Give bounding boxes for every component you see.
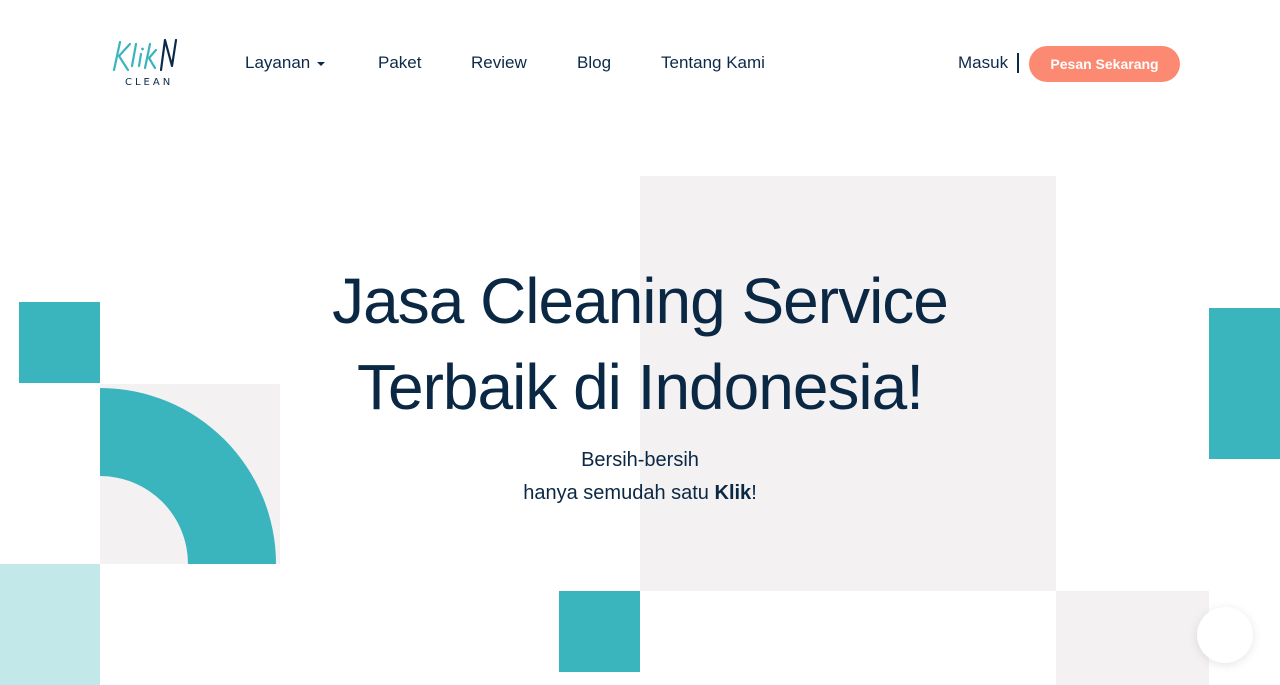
deco-square-bottom-right [1056,591,1209,685]
nav-item-review[interactable]: Review [471,52,527,74]
order-now-button[interactable]: Pesan Sekarang [1029,46,1180,82]
nav-item-layanan[interactable]: Layanan [245,52,326,74]
nav-item-blog[interactable]: Blog [577,52,611,74]
hero-title: Jasa Cleaning Service Terbaik di Indones… [0,258,1280,430]
hero-title-line2: Terbaik di Indonesia! [356,351,924,423]
login-link[interactable]: Masuk [958,52,1008,74]
navbar: CLEAN Layanan Paket Review Blog Tentang … [0,0,1280,128]
brand-logo[interactable]: CLEAN [108,36,180,94]
hero-subtitle: Bersih-bersih hanya semudah satu Klik! [0,444,1280,510]
deco-square-left-bottom [0,564,100,685]
chat-bubble-icon[interactable] [1197,607,1253,663]
logo-subtext: CLEAN [125,77,174,88]
hero-title-line1: Jasa Cleaning Service [332,265,949,337]
nav-item-label: Layanan [245,53,311,72]
hero-subtitle-prefix: hanya semudah satu [523,482,715,504]
nav-divider [1017,53,1019,73]
logo-mark [112,38,178,72]
hero-subtitle-suffix: ! [751,482,757,504]
nav-item-paket[interactable]: Paket [378,52,421,74]
nav-item-tentang-kami[interactable]: Tentang Kami [661,52,765,74]
hero-subtitle-bold: Klik [714,482,752,504]
hero-subtitle-line1: Bersih-bersih [581,449,699,471]
deco-square-bottom-center [559,591,640,672]
caret-down-icon [317,61,326,66]
